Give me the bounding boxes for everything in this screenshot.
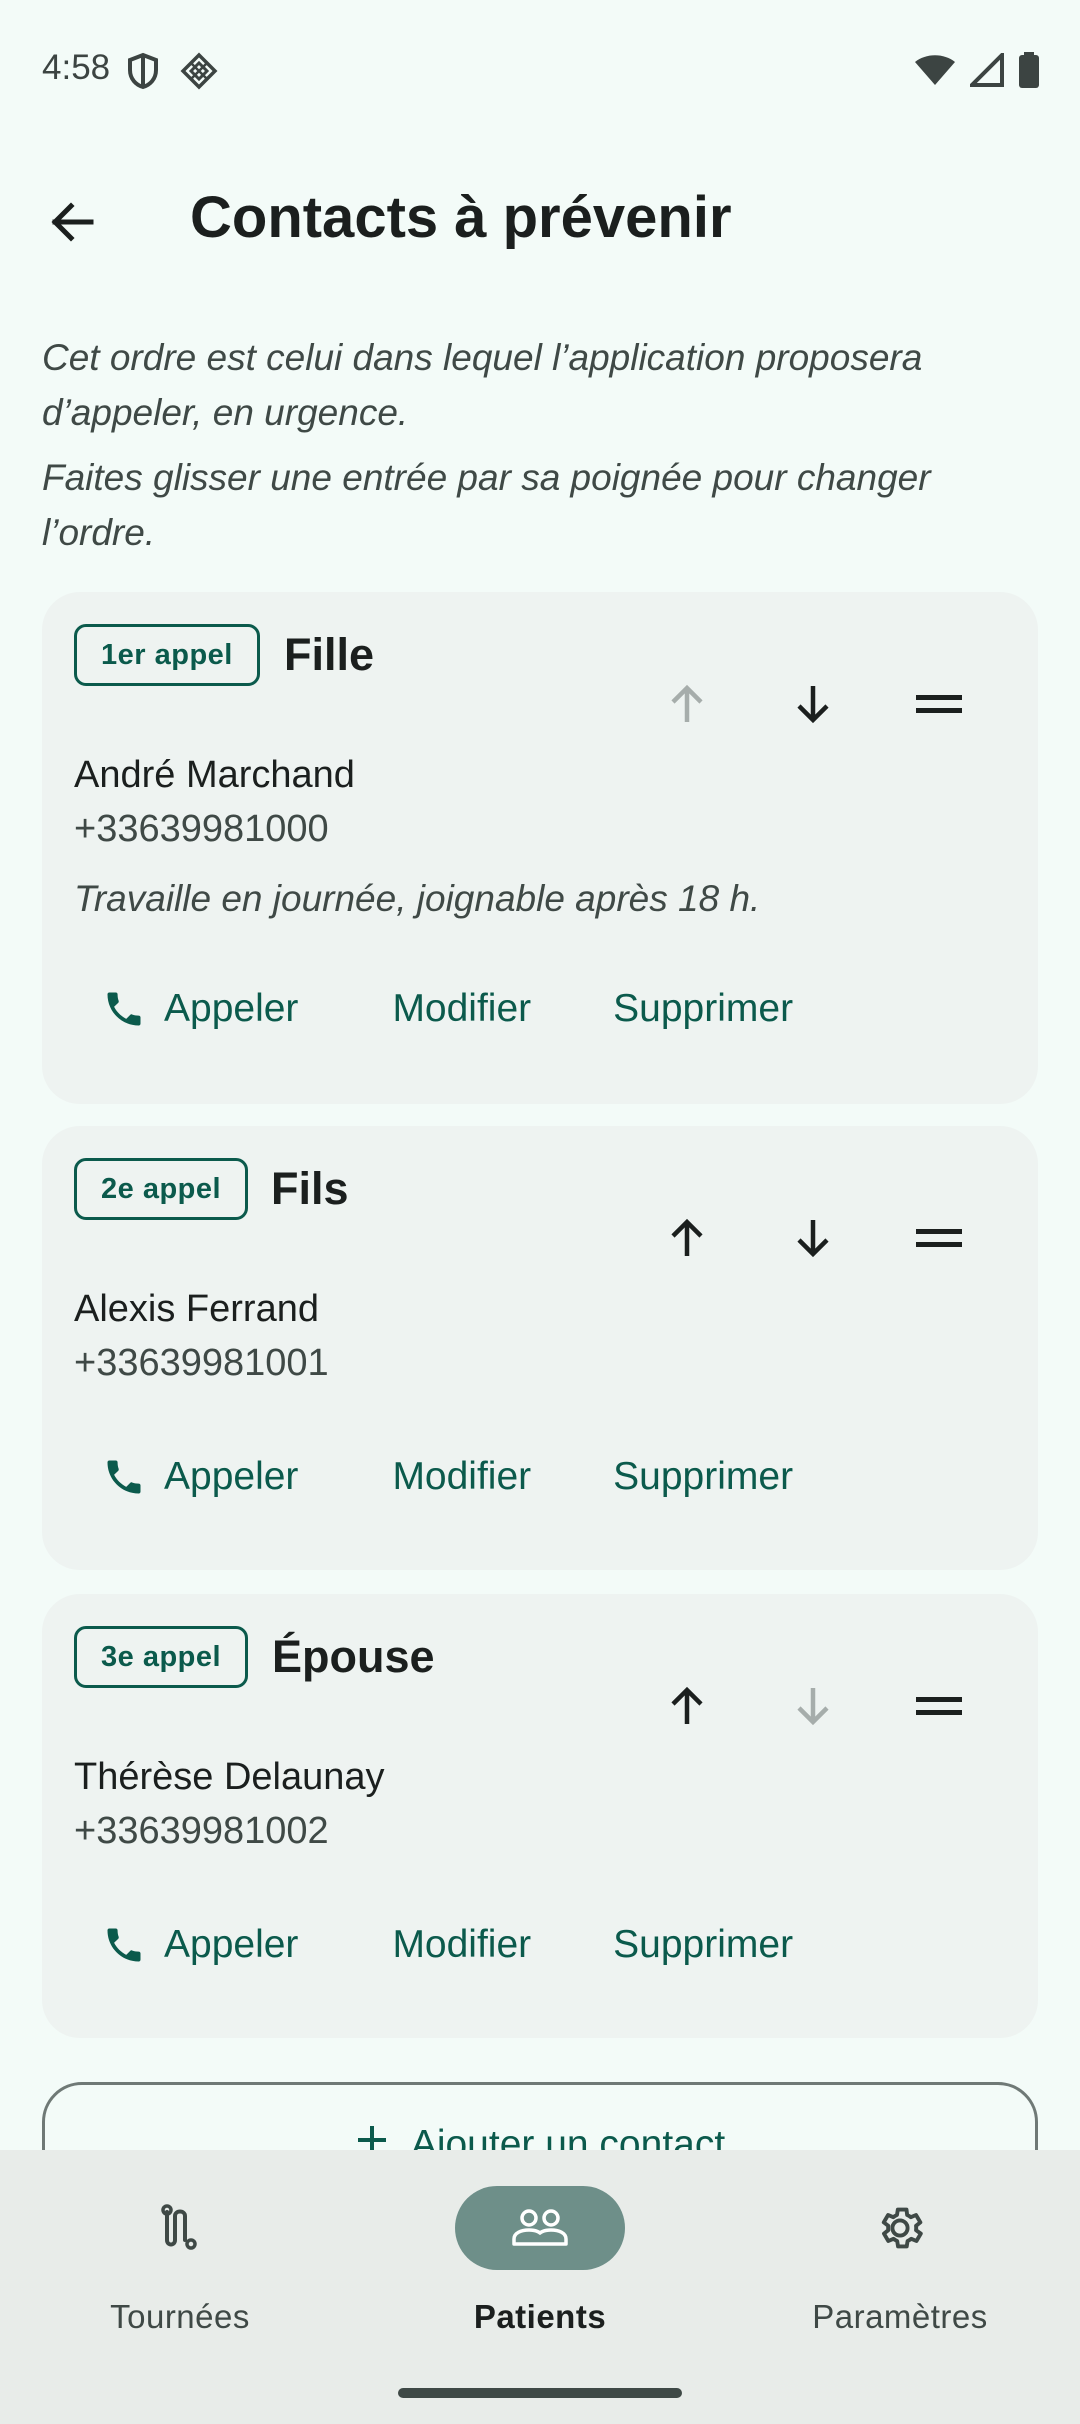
shield-icon — [126, 52, 160, 95]
phone-icon — [102, 1923, 146, 1967]
drag-handle-icon — [916, 1229, 962, 1247]
drag-handle-icon — [916, 695, 962, 713]
contact-card[interactable]: 3e appel Épouse Thérèse Delaunay +336399… — [42, 1594, 1038, 2038]
arrow-down-icon — [797, 686, 829, 724]
nav-pill — [815, 2186, 985, 2270]
contact-relation: Fille — [284, 629, 375, 680]
nav-item-patients[interactable]: Patients — [360, 2150, 720, 2350]
app-bar: Contacts à prévenir — [0, 150, 1080, 284]
route-icon — [161, 2204, 197, 2250]
contact-name: Thérèse Delaunay — [74, 1756, 385, 1798]
modify-button[interactable]: Modifier — [330, 1432, 573, 1522]
arrow-up-icon — [671, 1686, 703, 1724]
arrow-down-icon — [797, 1220, 829, 1258]
delete-button[interactable]: Supprimer — [573, 964, 825, 1054]
drag-handle-icon — [916, 1697, 962, 1715]
wifi-icon — [914, 53, 956, 92]
page-title: Contacts à prévenir — [190, 185, 732, 250]
move-up-button[interactable] — [624, 1188, 750, 1288]
move-up-button[interactable] — [624, 1656, 750, 1756]
battery-icon — [1018, 52, 1040, 93]
arrow-down-icon — [797, 1688, 829, 1726]
modify-button[interactable]: Modifier — [330, 1900, 573, 1990]
phone-icon — [102, 1455, 146, 1499]
people-icon — [512, 2209, 568, 2246]
order-badge: 2e appel — [74, 1158, 249, 1220]
delete-button[interactable]: Supprimer — [573, 1900, 825, 1990]
contact-phone: +33639981001 — [74, 1342, 329, 1384]
intro-line-2: Faites glisser une entrée par sa poignée… — [42, 457, 931, 553]
move-up-button[interactable] — [624, 654, 750, 754]
home-indicator[interactable] — [398, 2388, 682, 2398]
call-label: Appeler — [164, 1923, 299, 1966]
arrow-up-icon — [671, 1218, 703, 1256]
contact-card[interactable]: 1er appel Fille André Marchand +33639981… — [42, 592, 1038, 1104]
back-button[interactable] — [30, 180, 114, 264]
contact-card[interactable]: 2e appel Fils Alexis Ferrand +3363998100… — [42, 1126, 1038, 1570]
move-down-button[interactable] — [750, 1188, 876, 1288]
drag-handle[interactable] — [876, 1188, 1002, 1288]
arrow-up-icon — [671, 684, 703, 722]
delete-button[interactable]: Supprimer — [573, 1432, 825, 1522]
contact-phone: +33639981002 — [74, 1810, 329, 1852]
contact-relation: Fils — [271, 1163, 349, 1214]
call-button[interactable]: Appeler — [74, 1432, 330, 1522]
contact-note: Travaille en journée, joignable après 18… — [74, 878, 761, 919]
move-down-button[interactable] — [750, 654, 876, 754]
gear-icon — [881, 2207, 923, 2249]
diamond-grid-icon — [180, 52, 218, 95]
call-button[interactable]: Appeler — [74, 964, 330, 1054]
move-down-button[interactable] — [750, 1656, 876, 1756]
nav-pill — [95, 2186, 265, 2270]
nav-label-parametres: Paramètres — [812, 2298, 988, 2335]
bottom-navigation: Tournées Patients Paramètres — [0, 2150, 1080, 2424]
nav-pill-active — [455, 2186, 625, 2270]
intro-text: Cet ordre est celui dans lequel l’applic… — [42, 330, 1042, 560]
nav-label-patients: Patients — [473, 2298, 607, 2335]
call-button[interactable]: Appeler — [74, 1900, 330, 1990]
order-badge: 3e appel — [74, 1626, 249, 1688]
phone-icon — [102, 987, 146, 1031]
contact-phone: +33639981000 — [74, 808, 329, 850]
contact-name: André Marchand — [74, 754, 355, 796]
nav-label-tournees: Tournées — [110, 2298, 250, 2335]
signal-icon — [967, 50, 1004, 92]
status-bar: 4:58 — [0, 0, 1080, 140]
nav-item-parametres[interactable]: Paramètres — [720, 2150, 1080, 2350]
status-time: 4:58 — [42, 48, 111, 87]
intro-line-1: Cet ordre est celui dans lequel l’applic… — [42, 337, 923, 433]
contact-relation: Épouse — [272, 1631, 435, 1682]
modify-button[interactable]: Modifier — [330, 964, 573, 1054]
contact-name: Alexis Ferrand — [74, 1288, 319, 1330]
nav-item-tournees[interactable]: Tournées — [0, 2150, 360, 2350]
drag-handle[interactable] — [876, 654, 1002, 754]
drag-handle[interactable] — [876, 1656, 1002, 1756]
call-label: Appeler — [164, 987, 299, 1030]
call-label: Appeler — [164, 1455, 299, 1498]
arrow-back-icon — [51, 202, 94, 242]
order-badge: 1er appel — [74, 624, 260, 686]
